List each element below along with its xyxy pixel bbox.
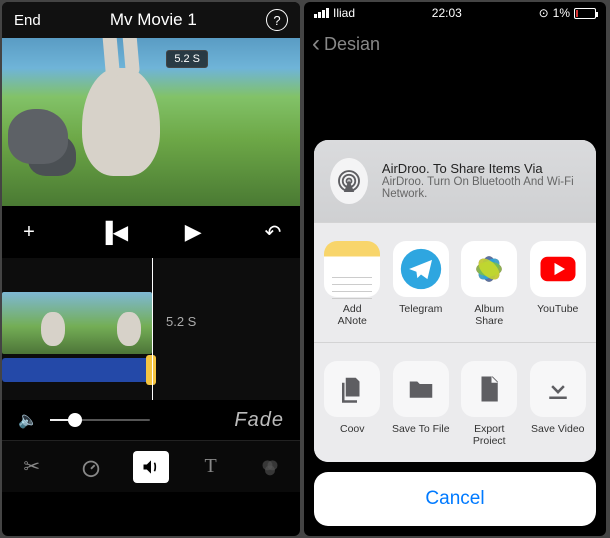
signal-icon <box>314 8 329 18</box>
help-button[interactable]: ? <box>266 9 288 31</box>
undo-button[interactable]: ↶ <box>260 220 286 245</box>
cut-tool[interactable]: ✂ <box>14 451 50 483</box>
back-label[interactable]: Desian <box>324 34 380 55</box>
airdrop-row[interactable]: AirDroo. To Share Items Via AirDroo. Tur… <box>314 140 596 222</box>
battery-pct: 1% <box>553 6 570 20</box>
clip-duration-label: 5.2 S <box>166 314 196 329</box>
video-preview[interactable]: 5.2 S <box>2 38 300 206</box>
speed-tool[interactable] <box>73 451 109 483</box>
audio-tool[interactable] <box>133 451 169 483</box>
app-share-row: Add ANote Telegram Album Share <box>314 222 596 342</box>
share-app-notes[interactable]: Add ANote <box>320 241 385 328</box>
action-copy[interactable]: Coov <box>320 361 385 448</box>
filter-tool[interactable] <box>252 451 288 483</box>
cancel-button[interactable]: Cancel <box>314 472 596 526</box>
carrier-label: Iliad <box>333 6 355 20</box>
battery-icon <box>574 8 596 19</box>
transport-bar: + ▐◀ ▶ ↶ <box>2 206 300 258</box>
end-button[interactable]: End <box>14 12 41 29</box>
youtube-icon <box>530 241 586 297</box>
share-app-photos[interactable]: Album Share <box>457 241 522 328</box>
volume-row: 🔈 Fade <box>2 400 300 440</box>
prev-frame-button[interactable]: ▐◀ <box>100 220 126 245</box>
copy-icon <box>324 361 380 417</box>
nav-bar: ‹ Desian <box>304 24 606 64</box>
clock: 22:03 <box>432 6 462 20</box>
share-app-telegram[interactable]: Telegram <box>389 241 454 328</box>
play-button[interactable]: ▶ <box>185 219 202 245</box>
action-export-project[interactable]: Export Proiect <box>457 361 522 448</box>
folder-icon <box>393 361 449 417</box>
audio-clip[interactable] <box>2 358 152 382</box>
download-icon <box>530 361 586 417</box>
lock-icon: ⊙ <box>539 6 549 20</box>
export-icon <box>461 361 517 417</box>
video-clip[interactable] <box>2 292 152 354</box>
share-app-youtube[interactable]: YouTube <box>526 241 591 328</box>
volume-slider[interactable] <box>50 419 150 421</box>
back-chevron-icon[interactable]: ‹ <box>312 30 320 58</box>
notes-icon <box>324 241 380 297</box>
action-save-file[interactable]: Save To File <box>389 361 454 448</box>
airdrop-icon <box>330 158 368 204</box>
add-media-button[interactable]: + <box>16 221 42 244</box>
status-bar: Iliad 22:03 ⊙ 1% <box>304 2 606 24</box>
text-tool[interactable]: T <box>193 451 229 483</box>
playhead[interactable] <box>152 258 153 400</box>
project-title[interactable]: Mv Movie 1 <box>110 10 197 30</box>
share-sheet: AirDroo. To Share Items Via AirDroo. Tur… <box>314 140 596 526</box>
fade-button[interactable]: Fade <box>234 409 284 432</box>
action-save-video[interactable]: Save Video <box>526 361 591 448</box>
airdrop-subtitle: AirDroo. Turn On Bluetooth And Wi-Fi Net… <box>382 176 580 200</box>
time-badge: 5.2 S <box>166 50 208 68</box>
telegram-icon <box>393 241 449 297</box>
timeline[interactable]: 5.2 S <box>2 258 300 400</box>
bottom-toolbar: ✂ T <box>2 440 300 492</box>
action-row: Coov Save To File Export Proiect Save Vi… <box>314 342 596 462</box>
editor-header: End Mv Movie 1 ? <box>2 2 300 38</box>
share-sheet-screen: Iliad 22:03 ⊙ 1% ‹ Desian AirDroo. To Sh… <box>304 2 606 536</box>
volume-icon: 🔈 <box>18 410 38 430</box>
imovie-editor: End Mv Movie 1 ? 5.2 S + ▐◀ ▶ ↶ 5.2 S <box>2 2 300 536</box>
photos-icon <box>461 241 517 297</box>
airdrop-title: AirDroo. To Share Items Via <box>382 161 580 176</box>
